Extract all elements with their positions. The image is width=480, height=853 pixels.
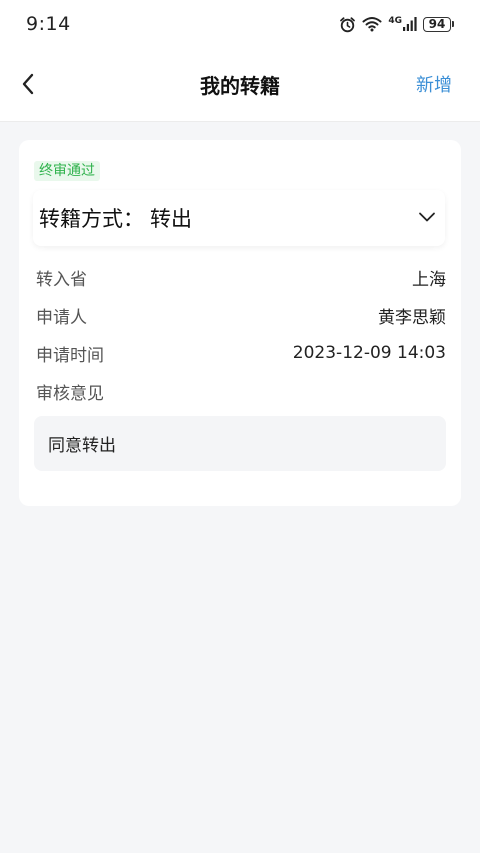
- transfer-type-dropdown[interactable]: 转籍方式： 转出: [33, 190, 445, 246]
- battery-level: 94: [423, 16, 451, 32]
- info-row-applicant: 申请人 黄李思颖: [36, 301, 446, 329]
- add-button[interactable]: 新增: [416, 71, 452, 97]
- info-row-opinion: 审核意见: [36, 377, 446, 405]
- status-icons: 4G 94: [339, 16, 454, 33]
- province-value: 上海: [412, 269, 446, 290]
- apply-time-value: 2023-12-09 14:03: [292, 343, 446, 363]
- review-opinion-box: 同意转出: [34, 416, 446, 471]
- status-time: 9:14: [26, 13, 71, 35]
- review-opinion-label: 审核意见: [36, 383, 104, 404]
- transfer-record-card[interactable]: 终审通过 转籍方式： 转出 转入省 上海 申请人 黄李思颖 申请时间 2023-…: [19, 140, 461, 506]
- info-row-province: 转入省 上海: [36, 263, 446, 291]
- applicant-label: 申请人: [36, 307, 87, 328]
- transfer-type-value: 转出: [150, 207, 192, 231]
- review-opinion-text: 同意转出: [48, 436, 116, 456]
- status-badge: 终审通过: [34, 161, 100, 181]
- network-type: 4G: [388, 16, 402, 26]
- applicant-value: 黄李思颖: [378, 307, 446, 328]
- info-row-apply-time: 申请时间 2023-12-09 14:03: [36, 339, 446, 367]
- wifi-icon: [362, 16, 382, 32]
- nav-bar: 我的转籍 新增: [0, 48, 480, 122]
- status-bar: 9:14 4G 94: [0, 0, 480, 48]
- apply-time-label: 申请时间: [36, 345, 104, 366]
- chevron-down-icon[interactable]: [417, 207, 437, 227]
- transfer-type-label: 转籍方式：: [39, 207, 144, 231]
- province-label: 转入省: [36, 269, 87, 290]
- page-title: 我的转籍: [200, 74, 280, 98]
- battery-icon: 94: [423, 16, 454, 32]
- alarm-icon: [339, 16, 356, 33]
- signal-icon: 4G: [388, 17, 417, 31]
